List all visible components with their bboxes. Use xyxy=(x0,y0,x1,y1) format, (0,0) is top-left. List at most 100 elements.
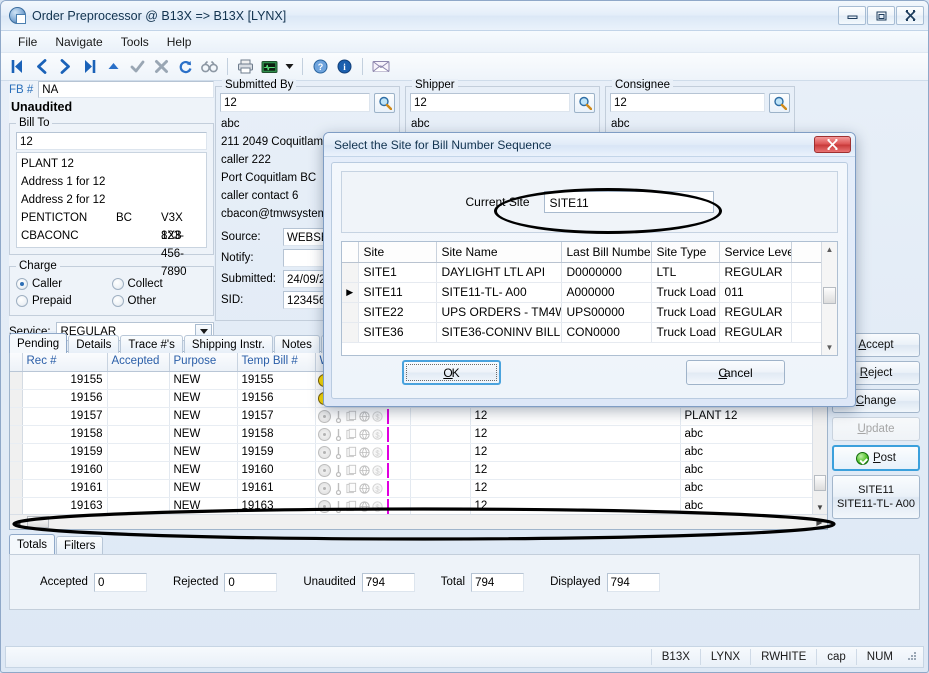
dialog-close-button[interactable] xyxy=(814,136,851,153)
globe-icon[interactable] xyxy=(359,428,370,441)
help-icon[interactable]: ? xyxy=(310,56,331,77)
grid-hscroll-thumb[interactable] xyxy=(27,516,49,528)
documents-icon[interactable] xyxy=(346,464,357,477)
col-site-type[interactable]: Site Type xyxy=(651,242,719,262)
dollar-icon[interactable]: $ xyxy=(372,428,383,441)
cancel-button[interactable]: Cancel xyxy=(686,360,785,385)
accepted-total-value[interactable]: 0 xyxy=(94,573,147,592)
menu-tools[interactable]: Tools xyxy=(112,33,158,51)
post-button[interactable]: Post xyxy=(832,445,920,471)
radio-prepaid-icon[interactable] xyxy=(16,295,28,307)
menu-help[interactable]: Help xyxy=(158,33,201,51)
next-record-icon[interactable] xyxy=(55,56,76,77)
dollar-icon[interactable]: $ xyxy=(372,464,383,477)
tab-trace-numbers[interactable]: Trace #'s xyxy=(120,335,183,353)
dropdown-arrow-icon[interactable] xyxy=(283,56,295,77)
thermometer-icon[interactable] xyxy=(333,500,344,513)
refresh-icon[interactable] xyxy=(175,56,196,77)
total-value[interactable]: 794 xyxy=(471,573,524,592)
col-last-bill-number[interactable]: Last Bill Number xyxy=(561,242,651,262)
minimize-button[interactable] xyxy=(838,6,866,25)
charge-option-caller[interactable]: Caller xyxy=(16,278,112,290)
thermometer-icon[interactable] xyxy=(333,428,344,441)
previous-record-icon[interactable] xyxy=(31,56,52,77)
site-row[interactable]: SITE36SITE36-CONINV BILLSCON0000Truck Lo… xyxy=(342,322,821,342)
first-record-icon[interactable] xyxy=(7,56,28,77)
globe-icon[interactable] xyxy=(359,446,370,459)
table-row[interactable]: 19158NEW19158$12abc211 2049 Coquitlam A xyxy=(10,425,812,443)
tab-details[interactable]: Details xyxy=(68,335,119,353)
thermometer-icon[interactable] xyxy=(333,482,344,495)
up-arrow-icon[interactable] xyxy=(103,56,124,77)
print-icon[interactable] xyxy=(235,56,256,77)
site-list-grid[interactable]: Site Site Name Last Bill Number Site Typ… xyxy=(341,241,838,356)
radioactive-warning-icon[interactable] xyxy=(318,464,331,477)
ok-button[interactable]: OK xyxy=(402,360,501,385)
check-icon[interactable] xyxy=(127,56,148,77)
tab-totals[interactable]: Totals xyxy=(9,534,55,554)
charge-option-prepaid[interactable]: Prepaid xyxy=(16,295,112,307)
scroll-left-icon[interactable]: ◀ xyxy=(10,516,25,529)
cell-warnings[interactable]: $ xyxy=(315,461,410,479)
displayed-total-value[interactable]: 794 xyxy=(607,573,660,592)
documents-icon[interactable] xyxy=(346,410,357,423)
radioactive-warning-icon[interactable] xyxy=(318,482,331,495)
site-row[interactable]: ▶SITE11SITE11-TL- A00A000000Truck Load01… xyxy=(342,282,821,302)
col-site[interactable]: Site xyxy=(358,242,436,262)
dollar-icon[interactable]: $ xyxy=(372,446,383,459)
site-scroll-down-icon[interactable]: ▼ xyxy=(822,340,837,355)
grid-horizontal-scrollbar[interactable]: ◀ ▶ xyxy=(10,514,827,529)
radioactive-warning-icon[interactable] xyxy=(318,446,331,459)
site-row[interactable]: SITE22UPS ORDERS - TM4WEIUPS00000Truck L… xyxy=(342,302,821,322)
fb-number-value[interactable]: NA xyxy=(38,81,214,98)
radio-caller-icon[interactable] xyxy=(16,278,28,290)
col-purpose[interactable]: Purpose xyxy=(169,352,237,371)
table-row[interactable]: 19157NEW19157$12PLANT 12Address 1 for 12 xyxy=(10,407,812,425)
radioactive-warning-icon[interactable] xyxy=(318,410,331,423)
documents-icon[interactable] xyxy=(346,446,357,459)
rejected-total-value[interactable]: 0 xyxy=(224,573,277,592)
thermometer-icon[interactable] xyxy=(333,410,344,423)
cell-warnings[interactable]: $ xyxy=(315,443,410,461)
documents-icon[interactable] xyxy=(346,428,357,441)
bill-to-code-input[interactable]: 12 xyxy=(16,132,207,150)
globe-icon[interactable] xyxy=(359,410,370,423)
cell-warnings[interactable]: $ xyxy=(315,479,410,497)
current-site-button[interactable]: SITE11 SITE11-TL- A00 xyxy=(832,475,920,519)
tab-filters[interactable]: Filters xyxy=(56,536,103,554)
monitor-icon[interactable] xyxy=(259,56,280,77)
scroll-down-icon[interactable]: ▼ xyxy=(813,500,827,514)
col-site-name[interactable]: Site Name xyxy=(436,242,561,262)
charge-option-collect[interactable]: Collect xyxy=(112,278,208,290)
shipper-code-input[interactable]: 12 xyxy=(410,93,570,112)
last-record-icon[interactable] xyxy=(79,56,100,77)
site-row[interactable]: SITE1DAYLIGHT LTL APID0000000LTLREGULAR xyxy=(342,262,821,282)
grid-vscroll-thumb[interactable] xyxy=(814,475,826,491)
table-row[interactable]: 19160NEW19160$12abc211 2049 Coquitlam A xyxy=(10,461,812,479)
cell-warnings[interactable]: $ xyxy=(315,497,410,514)
radioactive-warning-icon[interactable] xyxy=(318,428,331,441)
dollar-icon[interactable]: $ xyxy=(372,500,383,513)
cancel-x-icon[interactable] xyxy=(151,56,172,77)
thermometer-icon[interactable] xyxy=(333,464,344,477)
menu-navigate[interactable]: Navigate xyxy=(46,33,111,51)
dollar-icon[interactable]: $ xyxy=(372,482,383,495)
col-rec-number[interactable]: Rec # xyxy=(22,352,107,371)
search-icon[interactable] xyxy=(574,93,595,113)
close-button[interactable] xyxy=(896,6,924,25)
globe-icon[interactable] xyxy=(359,482,370,495)
submitted-by-code-input[interactable]: 12 xyxy=(220,93,370,112)
maximize-button[interactable] xyxy=(867,6,895,25)
table-row[interactable]: 19163NEW19163$12abc211 2049 Coquitlam A xyxy=(10,497,812,514)
resize-grip-icon[interactable] xyxy=(906,650,920,664)
search-icon[interactable] xyxy=(769,93,790,113)
site-scroll-thumb[interactable] xyxy=(823,287,836,304)
scroll-right-icon[interactable]: ▶ xyxy=(812,516,827,529)
col-accepted[interactable]: Accepted xyxy=(107,352,169,371)
table-row[interactable]: 19161NEW19161$12abc211 2049 Coquitlam A xyxy=(10,479,812,497)
menu-file[interactable]: File xyxy=(9,33,46,51)
unaudited-total-value[interactable]: 794 xyxy=(362,573,415,592)
dollar-icon[interactable]: $ xyxy=(372,410,383,423)
table-row[interactable]: 19159NEW19159$12abc211 2049 Coquitlam A xyxy=(10,443,812,461)
cell-warnings[interactable]: $ xyxy=(315,407,410,425)
